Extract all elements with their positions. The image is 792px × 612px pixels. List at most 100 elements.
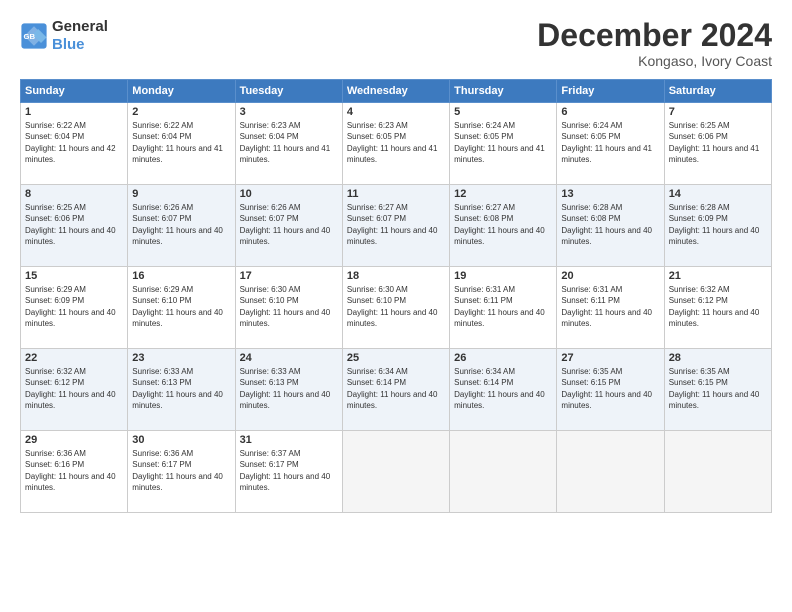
day-info: Sunrise: 6:31 AMSunset: 6:11 PMDaylight:… xyxy=(561,284,659,329)
week-row-1: 1Sunrise: 6:22 AMSunset: 6:04 PMDaylight… xyxy=(21,103,772,185)
day-info: Sunrise: 6:37 AMSunset: 6:17 PMDaylight:… xyxy=(240,448,338,493)
day-number: 8 xyxy=(25,188,123,200)
calendar-cell: 11Sunrise: 6:27 AMSunset: 6:07 PMDayligh… xyxy=(342,185,449,267)
day-number: 12 xyxy=(454,188,552,200)
day-info: Sunrise: 6:28 AMSunset: 6:08 PMDaylight:… xyxy=(561,202,659,247)
day-number: 14 xyxy=(669,188,767,200)
day-number: 3 xyxy=(240,106,338,118)
month-title: December 2024 xyxy=(537,18,772,53)
day-info: Sunrise: 6:22 AMSunset: 6:04 PMDaylight:… xyxy=(132,120,230,165)
day-number: 15 xyxy=(25,270,123,282)
day-info: Sunrise: 6:29 AMSunset: 6:09 PMDaylight:… xyxy=(25,284,123,329)
header-wednesday: Wednesday xyxy=(342,80,449,103)
day-number: 25 xyxy=(347,352,445,364)
day-info: Sunrise: 6:30 AMSunset: 6:10 PMDaylight:… xyxy=(347,284,445,329)
day-number: 24 xyxy=(240,352,338,364)
calendar-cell: 8 Sunrise: 6:25 AMSunset: 6:06 PMDaylight… xyxy=(21,185,128,267)
calendar-cell: 30 Sunrise: 6:36 AMSunset: 6:17 PMDayligh… xyxy=(128,431,235,513)
calendar-cell: 18 Sunrise: 6:30 AMSunset: 6:10 PMDayligh… xyxy=(342,267,449,349)
calendar-cell xyxy=(450,431,557,513)
day-info: Sunrise: 6:36 AMSunset: 6:17 PMDaylight:… xyxy=(132,448,230,493)
svg-text:GB: GB xyxy=(24,32,36,41)
calendar-cell: 31 Sunrise: 6:37 AMSunset: 6:17 PMDayligh… xyxy=(235,431,342,513)
day-info: Sunrise: 6:35 AMSunset: 6:15 PMDaylight:… xyxy=(669,366,767,411)
calendar-cell: 1Sunrise: 6:22 AMSunset: 6:04 PMDaylight… xyxy=(21,103,128,185)
calendar-cell: 12Sunrise: 6:27 AMSunset: 6:08 PMDayligh… xyxy=(450,185,557,267)
calendar-cell: 22Sunrise: 6:32 AMSunset: 6:12 PMDayligh… xyxy=(21,349,128,431)
calendar-cell: 15 Sunrise: 6:29 AMSunset: 6:09 PMDayligh… xyxy=(21,267,128,349)
day-number: 29 xyxy=(25,434,123,446)
week-row-4: 22Sunrise: 6:32 AMSunset: 6:12 PMDayligh… xyxy=(21,349,772,431)
day-number: 5 xyxy=(454,106,552,118)
week-row-5: 29 Sunrise: 6:36 AMSunset: 6:16 PMDayligh… xyxy=(21,431,772,513)
calendar-cell: 9 Sunrise: 6:26 AMSunset: 6:07 PMDaylight… xyxy=(128,185,235,267)
day-number: 7 xyxy=(669,106,767,118)
day-number: 9 xyxy=(132,188,230,200)
calendar-cell: 6 Sunrise: 6:24 AMSunset: 6:05 PMDaylight… xyxy=(557,103,664,185)
day-info: Sunrise: 6:25 AMSunset: 6:06 PMDaylight:… xyxy=(25,202,123,247)
day-number: 6 xyxy=(561,106,659,118)
day-info: Sunrise: 6:22 AMSunset: 6:04 PMDaylight:… xyxy=(25,120,123,165)
header: GB General Blue December 2024 Kongaso, I… xyxy=(20,18,772,69)
calendar-cell: 26 Sunrise: 6:34 AMSunset: 6:14 PMDayligh… xyxy=(450,349,557,431)
title-area: December 2024 Kongaso, Ivory Coast xyxy=(537,18,772,69)
day-number: 23 xyxy=(132,352,230,364)
page: GB General Blue December 2024 Kongaso, I… xyxy=(0,0,792,612)
logo: GB General Blue xyxy=(20,18,108,54)
day-info: Sunrise: 6:25 AMSunset: 6:06 PMDaylight:… xyxy=(669,120,767,165)
calendar-cell: 2 Sunrise: 6:22 AMSunset: 6:04 PMDaylight… xyxy=(128,103,235,185)
calendar-cell: 28 Sunrise: 6:35 AMSunset: 6:15 PMDayligh… xyxy=(664,349,771,431)
day-number: 4 xyxy=(347,106,445,118)
calendar-cell: 29 Sunrise: 6:36 AMSunset: 6:16 PMDayligh… xyxy=(21,431,128,513)
day-info: Sunrise: 6:36 AMSunset: 6:16 PMDaylight:… xyxy=(25,448,123,493)
day-info: Sunrise: 6:24 AMSunset: 6:05 PMDaylight:… xyxy=(561,120,659,165)
day-number: 2 xyxy=(132,106,230,118)
header-tuesday: Tuesday xyxy=(235,80,342,103)
day-info: Sunrise: 6:29 AMSunset: 6:10 PMDaylight:… xyxy=(132,284,230,329)
calendar-cell: 4 Sunrise: 6:23 AMSunset: 6:05 PMDaylight… xyxy=(342,103,449,185)
day-info: Sunrise: 6:34 AMSunset: 6:14 PMDaylight:… xyxy=(347,366,445,411)
day-number: 16 xyxy=(132,270,230,282)
header-sunday: Sunday xyxy=(21,80,128,103)
calendar-cell: 3Sunrise: 6:23 AMSunset: 6:04 PMDaylight… xyxy=(235,103,342,185)
week-row-3: 15 Sunrise: 6:29 AMSunset: 6:09 PMDayligh… xyxy=(21,267,772,349)
day-info: Sunrise: 6:23 AMSunset: 6:05 PMDaylight:… xyxy=(347,120,445,165)
day-number: 28 xyxy=(669,352,767,364)
calendar-cell xyxy=(557,431,664,513)
calendar-cell: 25 Sunrise: 6:34 AMSunset: 6:14 PMDayligh… xyxy=(342,349,449,431)
calendar-cell: 20 Sunrise: 6:31 AMSunset: 6:11 PMDayligh… xyxy=(557,267,664,349)
day-info: Sunrise: 6:26 AMSunset: 6:07 PMDaylight:… xyxy=(240,202,338,247)
day-number: 18 xyxy=(347,270,445,282)
calendar-cell: 21 Sunrise: 6:32 AMSunset: 6:12 PMDayligh… xyxy=(664,267,771,349)
calendar-cell: 23 Sunrise: 6:33 AMSunset: 6:13 PMDayligh… xyxy=(128,349,235,431)
day-info: Sunrise: 6:30 AMSunset: 6:10 PMDaylight:… xyxy=(240,284,338,329)
day-info: Sunrise: 6:26 AMSunset: 6:07 PMDaylight:… xyxy=(132,202,230,247)
day-number: 21 xyxy=(669,270,767,282)
calendar-cell: 7 Sunrise: 6:25 AMSunset: 6:06 PMDaylight… xyxy=(664,103,771,185)
header-thursday: Thursday xyxy=(450,80,557,103)
day-number: 22 xyxy=(25,352,123,364)
calendar-table: SundayMondayTuesdayWednesdayThursdayFrid… xyxy=(20,79,772,513)
calendar-cell xyxy=(342,431,449,513)
day-info: Sunrise: 6:28 AMSunset: 6:09 PMDaylight:… xyxy=(669,202,767,247)
day-number: 30 xyxy=(132,434,230,446)
header-saturday: Saturday xyxy=(664,80,771,103)
day-info: Sunrise: 6:32 AMSunset: 6:12 PMDaylight:… xyxy=(669,284,767,329)
day-info: Sunrise: 6:33 AMSunset: 6:13 PMDaylight:… xyxy=(132,366,230,411)
calendar-cell xyxy=(664,431,771,513)
calendar-cell: 19Sunrise: 6:31 AMSunset: 6:11 PMDayligh… xyxy=(450,267,557,349)
day-info: Sunrise: 6:34 AMSunset: 6:14 PMDaylight:… xyxy=(454,366,552,411)
calendar-cell: 10 Sunrise: 6:26 AMSunset: 6:07 PMDayligh… xyxy=(235,185,342,267)
header-monday: Monday xyxy=(128,80,235,103)
day-number: 19 xyxy=(454,270,552,282)
day-number: 20 xyxy=(561,270,659,282)
logo-icon: GB xyxy=(20,22,48,50)
day-number: 26 xyxy=(454,352,552,364)
day-number: 10 xyxy=(240,188,338,200)
day-number: 13 xyxy=(561,188,659,200)
day-number: 31 xyxy=(240,434,338,446)
day-number: 27 xyxy=(561,352,659,364)
logo-text: General Blue xyxy=(52,18,108,54)
calendar-cell: 5Sunrise: 6:24 AMSunset: 6:05 PMDaylight… xyxy=(450,103,557,185)
week-row-2: 8 Sunrise: 6:25 AMSunset: 6:06 PMDaylight… xyxy=(21,185,772,267)
